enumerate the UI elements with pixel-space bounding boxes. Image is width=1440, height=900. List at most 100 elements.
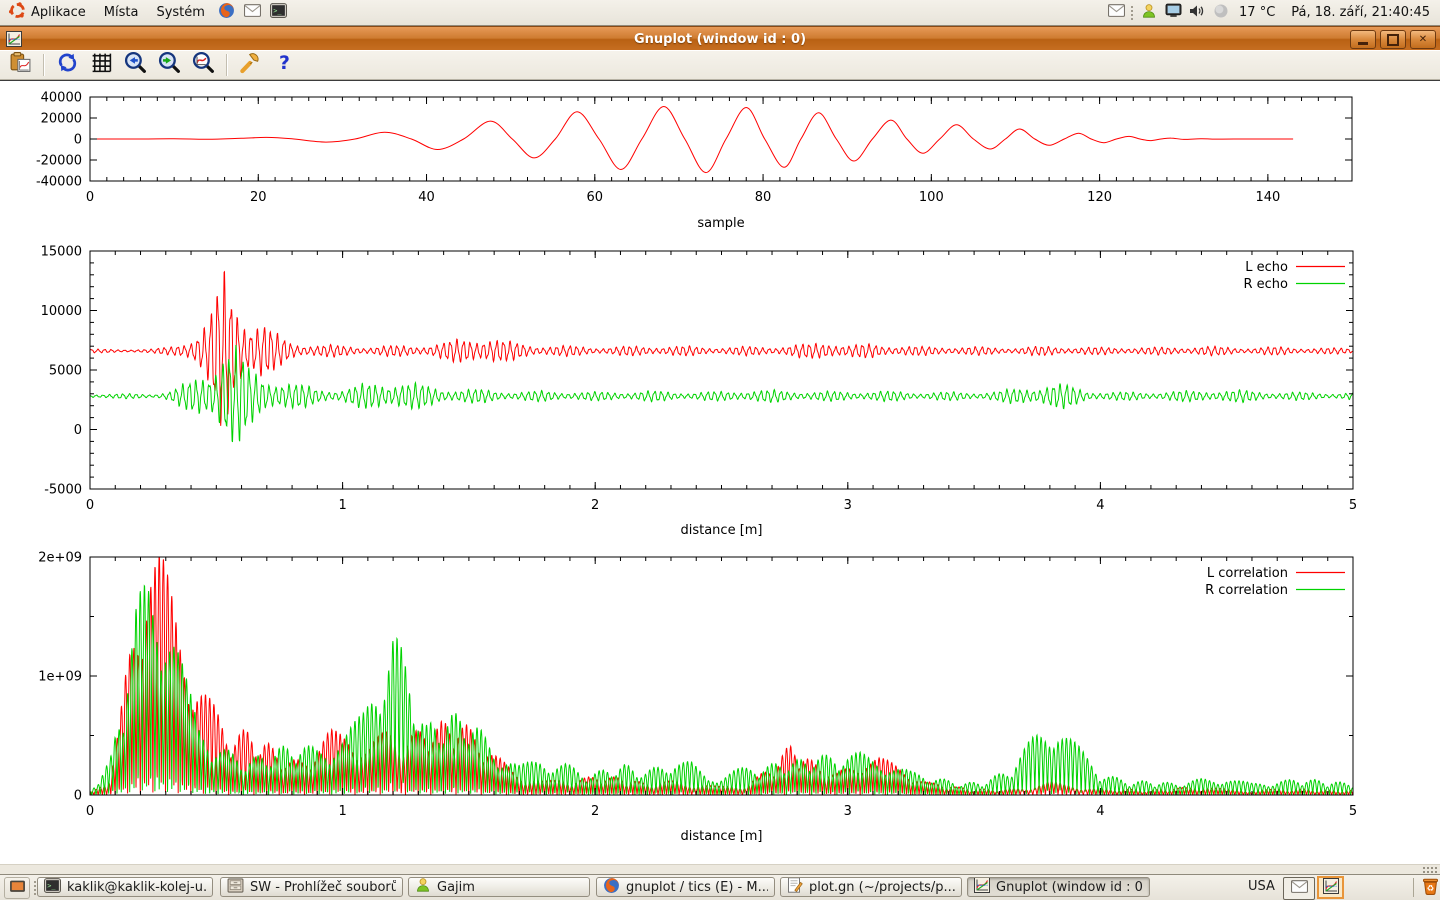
launcher-terminal[interactable]: >_ — [266, 0, 292, 25]
grid-button[interactable] — [87, 52, 115, 78]
taskbar-button-5[interactable]: plot.gn (~/projects/p... — [780, 877, 962, 897]
taskbar-mail-button[interactable] — [1283, 877, 1315, 900]
firefox-icon — [218, 2, 235, 23]
resize-grip[interactable] — [1422, 866, 1438, 874]
taskbar-gnuplot-tray[interactable] — [1317, 876, 1344, 899]
x-tick-label: 5 — [1349, 804, 1357, 819]
tray-volume[interactable] — [1185, 0, 1209, 25]
taskbar-separator — [1413, 878, 1414, 897]
x-tick-label: 60 — [587, 190, 604, 205]
chart-2-axes — [90, 251, 1353, 489]
x-tick-label: 0 — [86, 804, 94, 819]
ubuntu-logo-icon — [9, 2, 26, 23]
y-tick-label: -5000 — [44, 483, 82, 498]
maximize-icon — [1387, 34, 1399, 46]
tray-mail[interactable] — [1104, 0, 1128, 25]
desktop: Aplikace Místa Systém >_ 17 °C Pá, 18. z… — [0, 0, 1440, 900]
menu-places[interactable]: Místa — [95, 0, 148, 25]
keyboard-layout-indicator[interactable]: USA — [1248, 879, 1275, 894]
temperature-indicator: 17 °C — [1233, 5, 1281, 20]
settings-button[interactable] — [236, 52, 264, 78]
gajim-icon — [415, 877, 431, 897]
legend-label: L correlation — [1207, 566, 1288, 581]
window-title: Gnuplot (window id : 0) — [0, 32, 1440, 47]
y-tick-label: 15000 — [41, 245, 82, 260]
legend-label: L echo — [1245, 260, 1288, 275]
chart-2-legend: L echoR echo — [1243, 260, 1345, 292]
chart-3: 01234501e+092e+09distance [m]L correlati… — [38, 551, 1357, 845]
copy-icon — [9, 51, 32, 78]
y-tick-label: 2e+09 — [38, 551, 82, 566]
svg-text:?: ? — [279, 53, 290, 74]
launcher-firefox[interactable] — [214, 0, 240, 25]
zoom-next-button[interactable] — [155, 52, 183, 78]
toolbar-separator — [43, 54, 44, 76]
file-manager-icon — [227, 878, 244, 897]
y-tick-label: 0 — [74, 789, 82, 804]
mail-icon — [244, 4, 261, 21]
user-icon — [1141, 3, 1157, 23]
y-tick-label: 40000 — [41, 91, 82, 106]
trash-applet[interactable]: ♻ — [1421, 877, 1440, 898]
launcher-mail[interactable] — [240, 0, 266, 25]
clock[interactable]: Pá, 18. září, 21:40:45 — [1281, 5, 1440, 20]
tray-weather[interactable] — [1209, 0, 1233, 25]
x-axis-title: distance [m] — [680, 829, 762, 844]
menu-places-label: Místa — [104, 5, 139, 20]
y-tick-label: -40000 — [36, 175, 82, 190]
zoom-reset-button[interactable] — [189, 52, 217, 78]
menu-system[interactable]: Systém — [147, 0, 213, 25]
series-chart-1-series-0 — [90, 107, 1293, 173]
help-button[interactable]: ? — [270, 52, 298, 78]
menu-applications[interactable]: Aplikace — [0, 0, 95, 25]
taskbar-button-6[interactable]: Gnuplot (window id : 0) — [967, 877, 1150, 897]
refresh-icon — [56, 51, 79, 78]
panel-handle[interactable] — [1130, 5, 1135, 21]
taskbar-button-label: Gnuplot (window id : 0) — [996, 880, 1143, 895]
x-axis-title: distance [m] — [680, 523, 762, 538]
x-tick-label: 4 — [1096, 804, 1104, 819]
chart-2-labels: 012345-5000050001000015000distance [m] — [41, 245, 1358, 539]
svg-text:>_: >_ — [274, 7, 283, 15]
taskbar-button-label: kaklik@kaklik-kolej-u... — [67, 880, 206, 895]
series-r-correlation — [90, 586, 1353, 795]
zoom-previous-icon — [124, 51, 147, 78]
series-l-correlation — [90, 555, 1353, 795]
x-tick-label: 120 — [1087, 190, 1112, 205]
taskbar-button-2[interactable]: SW - Prohlížeč souborů — [220, 877, 403, 897]
tray-display[interactable] — [1161, 0, 1185, 25]
plot-canvas[interactable]: 020406080100120140-40000-200000200004000… — [0, 81, 1440, 864]
zoom-previous-button[interactable] — [121, 52, 149, 78]
copy-button[interactable] — [6, 52, 34, 78]
x-tick-label: 1 — [338, 804, 346, 819]
display-icon — [1165, 3, 1182, 22]
x-tick-label: 5 — [1349, 498, 1357, 513]
svg-text:>_: >_ — [47, 882, 56, 890]
show-desktop-button[interactable] — [4, 877, 30, 899]
taskbar-button-label: gnuplot / tics (E) - M... — [626, 880, 768, 895]
minimize-button[interactable] — [1350, 30, 1376, 49]
toolbar-separator — [226, 54, 227, 76]
refresh-button[interactable] — [53, 52, 81, 78]
x-tick-label: 1 — [338, 498, 346, 513]
top-panel: Aplikace Místa Systém >_ 17 °C Pá, 18. z… — [0, 0, 1440, 26]
legend-label: R correlation — [1205, 583, 1288, 598]
x-tick-label: 140 — [1255, 190, 1280, 205]
taskbar-button-4[interactable]: gnuplot / tics (E) - M... — [596, 877, 775, 897]
titlebar[interactable]: Gnuplot (window id : 0) ✕ — [0, 26, 1440, 51]
taskbar-button-3[interactable]: Gajim — [408, 877, 590, 897]
x-tick-label: 2 — [591, 498, 599, 513]
terminal-icon: >_ — [44, 878, 61, 897]
taskbar-button-1[interactable]: >_ kaklik@kaklik-kolej-u... — [37, 877, 213, 897]
charts-svg: 020406080100120140-40000-200000200004000… — [0, 81, 1440, 864]
y-tick-label: 10000 — [41, 304, 82, 319]
tray-user[interactable] — [1137, 0, 1161, 25]
close-button[interactable]: ✕ — [1410, 30, 1436, 49]
maximize-button[interactable] — [1380, 30, 1406, 49]
x-tick-label: 3 — [844, 804, 852, 819]
taskbar-button-label: Gajim — [437, 880, 475, 895]
y-tick-label: 5000 — [49, 364, 82, 379]
chart-3-series — [90, 555, 1353, 795]
x-tick-label: 0 — [86, 190, 94, 205]
chart-3-axes — [90, 557, 1353, 795]
